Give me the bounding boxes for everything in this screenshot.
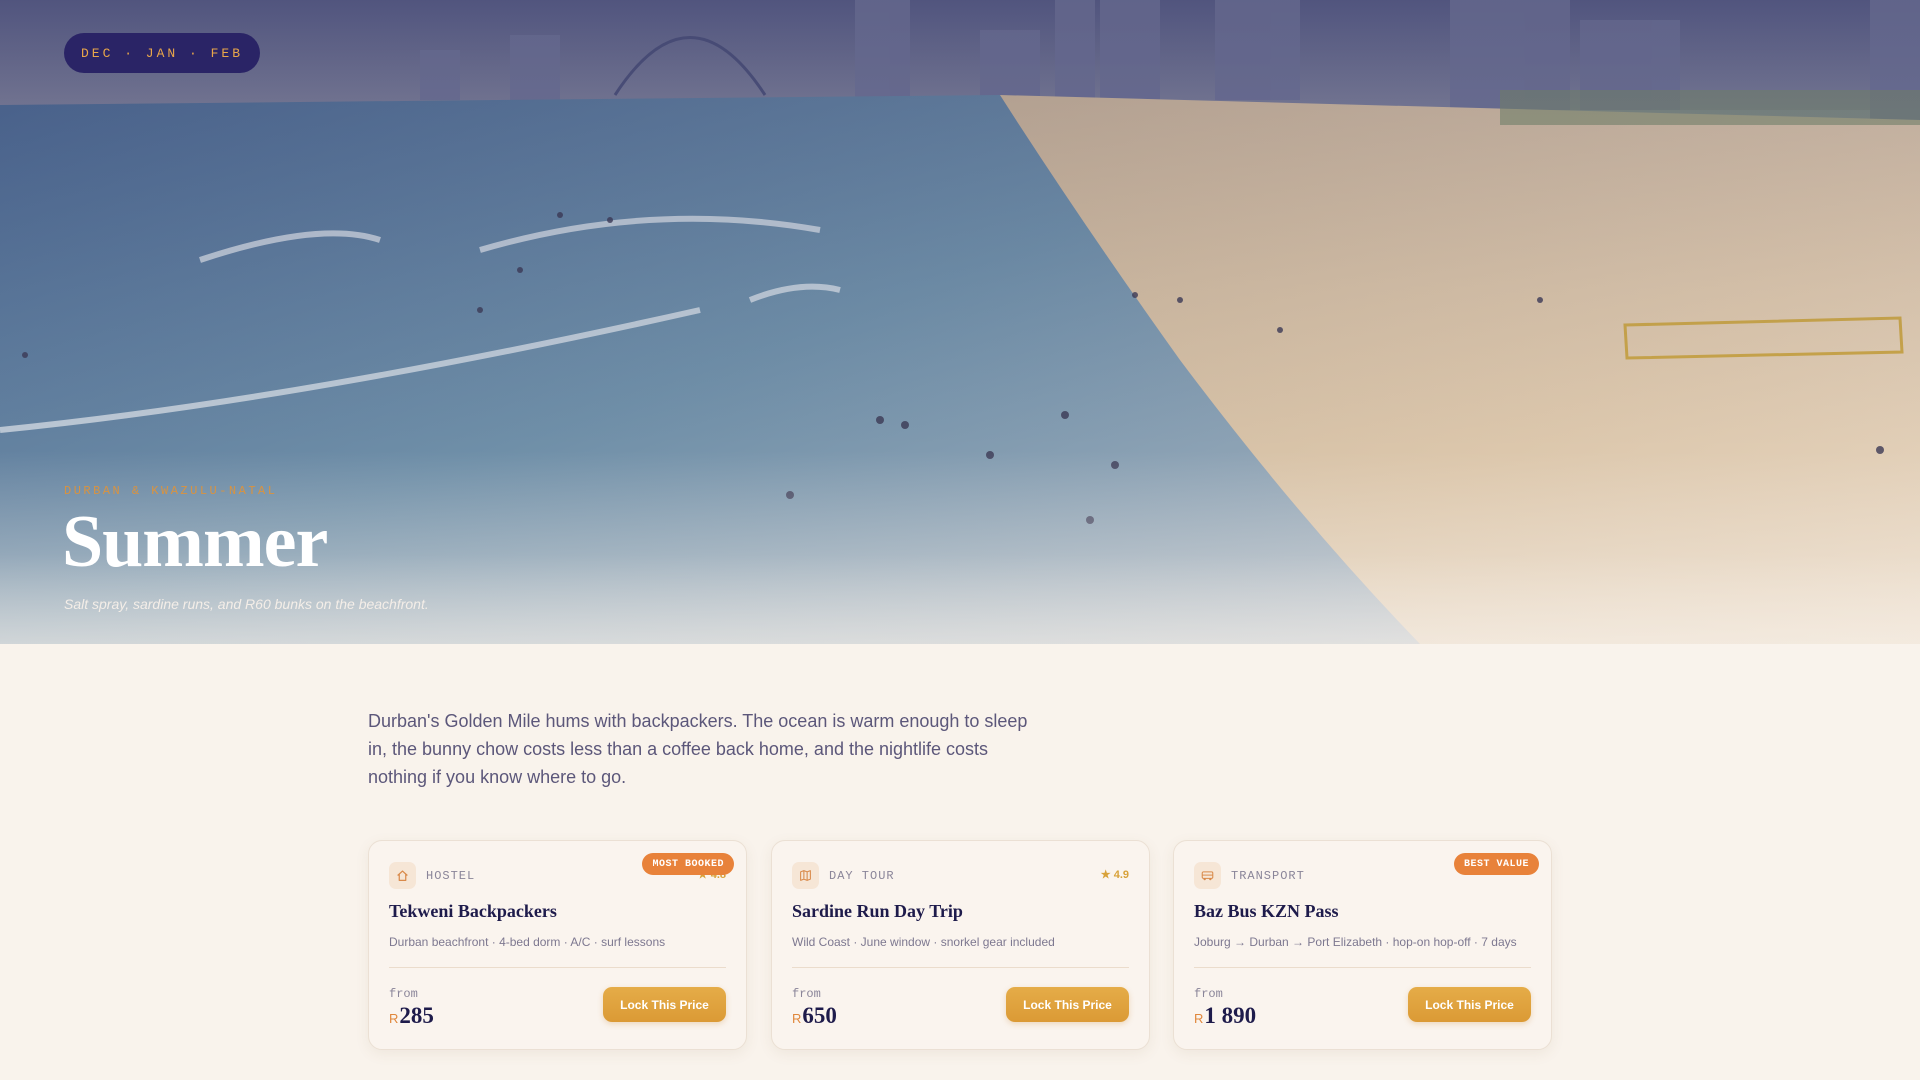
category-label: DAY TOUR: [829, 868, 895, 883]
from-label: from: [1194, 987, 1223, 1001]
price: R 285: [389, 1003, 434, 1029]
deal-card-transport: BEST VALUE TRANSPORT Baz Bus KZN Pass Jo…: [1173, 840, 1552, 1050]
deal-card-day-tour: ★ 4.9 DAY TOUR Sardine Run Day Trip Wild…: [771, 840, 1150, 1050]
card-title: Baz Bus KZN Pass: [1194, 901, 1339, 921]
best-value-badge: BEST VALUE: [1453, 853, 1539, 875]
divider: [389, 967, 726, 968]
divider: [1194, 967, 1531, 968]
bus-icon: [1194, 862, 1221, 889]
map-icon: [792, 862, 819, 889]
card-meta: Durban beachfront · 4-bed dorm · A/C · s…: [389, 935, 666, 949]
price: R 650: [792, 1003, 837, 1029]
deal-card-hostel: ★ 4.8 MOST BOOKED HOSTEL Tekweni Backpac…: [368, 840, 747, 1050]
currency-symbol: R: [792, 1011, 802, 1026]
lock-price-button[interactable]: Lock This Price: [603, 987, 726, 1022]
card-meta: Joburg → Durban → Port Elizabeth · hop-o…: [1194, 935, 1517, 949]
price-amount: 1 890: [1204, 1003, 1257, 1028]
currency-symbol: R: [389, 1011, 399, 1026]
card-meta: Wild Coast · June window · snorkel gear …: [792, 935, 1055, 949]
currency-symbol: R: [1194, 1011, 1204, 1026]
from-label: from: [389, 987, 418, 1001]
card-title: Tekweni Backpackers: [389, 901, 557, 921]
season-badge: DEC · JAN · FEB: [64, 33, 261, 73]
rating: ★ 4.9: [1100, 869, 1129, 881]
location-kicker: DURBAN & KWAZULU-NATAL: [64, 484, 278, 498]
from-label: from: [792, 987, 821, 1001]
category-label: TRANSPORT: [1231, 868, 1305, 883]
hero-subtitle: Salt spray, sardine runs, and R60 bunks …: [64, 596, 429, 612]
category-label: HOSTEL: [426, 868, 476, 883]
page-title: Summer: [62, 501, 328, 583]
lock-price-button[interactable]: Lock This Price: [1006, 987, 1129, 1022]
price-amount: 650: [802, 1003, 837, 1028]
divider: [792, 967, 1129, 968]
lock-price-button[interactable]: Lock This Price: [1408, 987, 1531, 1022]
price: R 1 890: [1194, 1003, 1256, 1029]
home-icon: [389, 862, 416, 889]
intro-paragraph: Durban's Golden Mile hums with backpacke…: [368, 711, 1028, 787]
hero-banner: DEC · JAN · FEB DURBAN & KWAZULU-NATAL S…: [0, 0, 1920, 644]
most-booked-badge: MOST BOOKED: [642, 853, 734, 875]
card-title: Sardine Run Day Trip: [792, 901, 963, 921]
price-amount: 285: [399, 1003, 434, 1028]
